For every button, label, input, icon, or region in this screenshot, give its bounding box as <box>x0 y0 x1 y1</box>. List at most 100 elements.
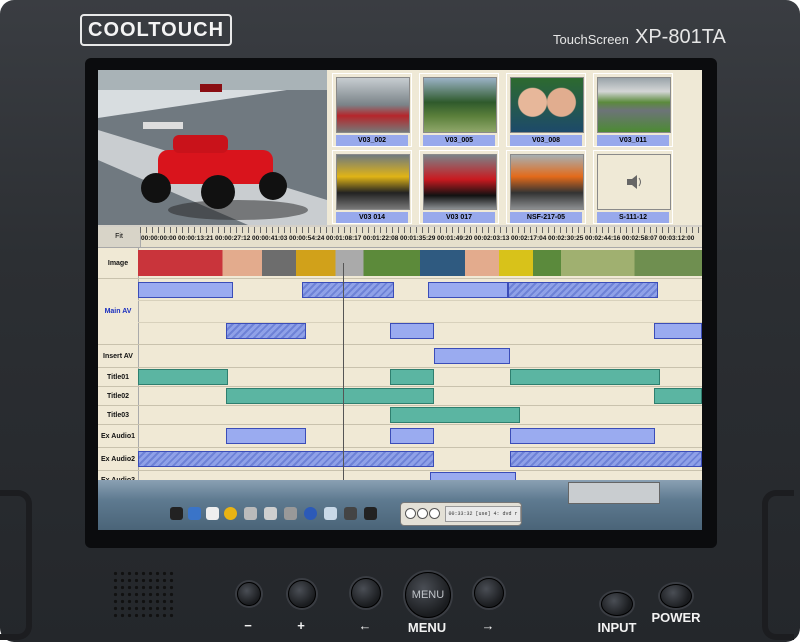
insert-clip[interactable] <box>434 348 510 364</box>
forward-icon[interactable] <box>429 508 440 519</box>
thumbnail-caption: V03_005 <box>423 135 495 146</box>
track-title01[interactable]: Title01 <box>98 368 702 387</box>
track-ex-audio1[interactable]: Ex Audio1 <box>98 425 702 448</box>
input-label: INPUT <box>597 620 637 635</box>
track-ex-audio2[interactable]: Ex Audio2 <box>98 448 702 471</box>
timecode-label: 00:03:12:00 <box>659 235 695 242</box>
title-clip[interactable] <box>510 369 660 385</box>
thumbnail-image <box>510 154 584 210</box>
speaker-icon <box>627 175 641 189</box>
track-insert-av[interactable]: Insert AV <box>98 345 702 368</box>
globe-icon[interactable] <box>188 507 201 520</box>
bird-icon[interactable] <box>304 507 317 520</box>
thumbnail-image <box>597 154 671 210</box>
minus-button[interactable] <box>237 582 261 606</box>
av-clip[interactable] <box>226 323 306 339</box>
clip-thumbnail[interactable]: V03 017 <box>419 150 499 224</box>
clip-thumbnail[interactable]: V03 014 <box>332 150 412 224</box>
audio-clip[interactable] <box>390 428 434 444</box>
track-label: Image <box>98 248 139 278</box>
track-label: Ex Audio1 <box>98 425 139 447</box>
clip-thumbnail[interactable]: V03_011 <box>593 73 673 147</box>
image-strip[interactable] <box>138 250 702 276</box>
clip-thumbnail[interactable]: V03_008 <box>506 73 586 147</box>
av-clip[interactable] <box>390 323 434 339</box>
av-clip[interactable] <box>654 323 702 339</box>
printer-icon[interactable] <box>284 507 297 520</box>
track-title03[interactable]: Title03 <box>98 406 702 425</box>
title-clip[interactable] <box>138 369 228 385</box>
track-label: Title01 <box>98 368 139 386</box>
thumbnail-caption: V03_002 <box>336 135 408 146</box>
power-label: POWER <box>651 610 701 625</box>
thumbnail-caption: V03_011 <box>597 135 669 146</box>
thumbnail-image <box>423 154 497 210</box>
right-button[interactable] <box>474 578 504 608</box>
player-display: 00:33:32 [use] 4: dvd r <box>445 506 521 522</box>
track-main-av[interactable]: Main AV <box>98 279 702 345</box>
plus-label: + <box>297 618 305 633</box>
clip-bin: V03_002 V03_005 V03_008 V03_011 V03 014 … <box>327 70 702 225</box>
speaker-grille <box>112 570 176 620</box>
sun-icon[interactable] <box>224 507 237 520</box>
menu-button[interactable]: MENU <box>405 572 451 618</box>
clip-thumbnail[interactable]: V03_005 <box>419 73 499 147</box>
track-image[interactable]: Image <box>98 248 702 279</box>
model-subtitle: TouchScreen <box>553 32 629 47</box>
left-label: ← <box>358 618 372 633</box>
model-name: XP-801TA <box>635 26 726 48</box>
timecode-label: 00:00:41:03 <box>252 235 288 242</box>
monitor-icon[interactable] <box>344 507 357 520</box>
touchscreen[interactable]: V03_002 V03_005 V03_008 V03_011 V03 014 … <box>98 70 702 530</box>
folder-icon[interactable] <box>264 507 277 520</box>
timecode-label: 00:02:44:16 <box>585 235 621 242</box>
timecode-label: 00:01:08:17 <box>326 235 362 242</box>
power-button[interactable] <box>660 584 692 608</box>
thumbnail-caption: NSF-217-05 <box>510 212 582 223</box>
track-label: Main AV <box>98 279 139 344</box>
track-divider <box>138 300 702 301</box>
audio-clip[interactable] <box>510 428 655 444</box>
right-handle <box>762 490 794 640</box>
audio-clip[interactable] <box>226 428 306 444</box>
audio-clip[interactable] <box>510 451 702 467</box>
av-clip[interactable] <box>428 282 508 298</box>
left-button[interactable] <box>351 578 381 608</box>
gear-icon[interactable] <box>244 507 257 520</box>
track-label: Ex Audio2 <box>98 448 139 470</box>
race-car-image <box>98 70 327 225</box>
video-preview[interactable] <box>98 70 327 225</box>
right-label: → <box>481 618 495 633</box>
title-clip[interactable] <box>390 407 520 423</box>
workspace-pager[interactable] <box>568 482 660 504</box>
fit-button[interactable]: Fit <box>98 227 141 247</box>
penguin-icon[interactable] <box>364 507 377 520</box>
media-player: 00:33:32 [use] 4: dvd r <box>400 502 522 526</box>
av-clip[interactable] <box>508 282 658 298</box>
clip-thumbnail[interactable]: S-111-12 <box>593 150 673 224</box>
timeline-ruler[interactable]: Fit 00:00:00:00 00:00:13:21 00:00:27:12 … <box>98 227 702 248</box>
av-clip[interactable] <box>138 282 233 298</box>
title-clip[interactable] <box>654 388 702 404</box>
mail-icon[interactable] <box>324 507 337 520</box>
plus-button[interactable] <box>288 580 316 608</box>
play-icon[interactable] <box>417 508 428 519</box>
title-clip[interactable] <box>390 369 434 385</box>
audio-clip[interactable] <box>138 451 434 467</box>
timecode-label: 00:02:58:07 <box>622 235 658 242</box>
clip-thumbnail[interactable]: NSF-217-05 <box>506 150 586 224</box>
track-label: Title03 <box>98 406 139 424</box>
rewind-icon[interactable] <box>405 508 416 519</box>
terminal-icon[interactable] <box>206 507 219 520</box>
thumbnail-image <box>336 154 410 210</box>
title-clip[interactable] <box>226 388 434 404</box>
menu-label: MENU <box>407 620 447 635</box>
clip-thumbnail[interactable]: V03_002 <box>332 73 412 147</box>
timecode-label: 00:01:35:29 <box>400 235 436 242</box>
timecode-label: 00:02:30:25 <box>548 235 584 242</box>
av-clip[interactable] <box>302 282 394 298</box>
penguin-icon[interactable] <box>170 507 183 520</box>
input-button[interactable] <box>601 592 633 616</box>
brand-logo: COOLTOUCH <box>80 14 233 46</box>
track-title02[interactable]: Title02 <box>98 387 702 406</box>
